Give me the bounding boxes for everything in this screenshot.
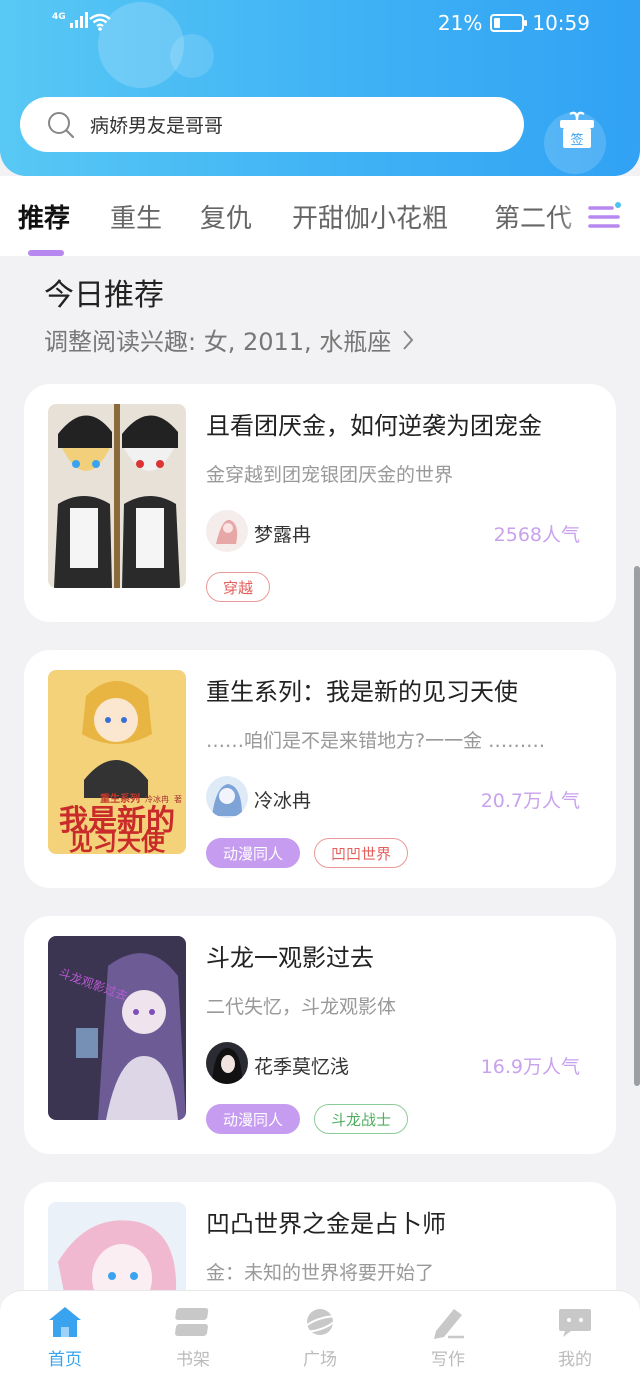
author-avatar — [206, 776, 248, 818]
reading-interest-text: 调整阅读兴趣: 女, 2011, 水瓶座 — [44, 328, 392, 356]
nav-plaza[interactable]: 广场 — [275, 1305, 365, 1370]
tab-rebirth[interactable]: 重生 — [110, 198, 162, 235]
gift-icon: 签 — [560, 111, 594, 148]
tab-revenge[interactable]: 复仇 — [200, 198, 252, 235]
network-type: 4G — [52, 12, 66, 22]
nav-write[interactable]: 写作 — [403, 1305, 493, 1370]
section-title: 今日推荐 — [44, 278, 164, 313]
author-avatar — [206, 1042, 248, 1084]
book-description: ……咱们是不是来错地方?一一金 ……… — [206, 730, 546, 752]
home-icon — [49, 1307, 81, 1337]
search-icon — [48, 111, 75, 138]
author-name: 花季莫忆浅 — [254, 1056, 350, 1078]
tag-list: 穿越 — [206, 572, 271, 602]
nav-label: 我的 — [558, 1350, 592, 1370]
nav-label: 写作 — [431, 1350, 465, 1370]
battery-percent: 21% — [437, 11, 483, 35]
battery-icon — [490, 14, 528, 32]
nav-label: 书架 — [176, 1350, 210, 1370]
nav-me[interactable]: 我的 — [530, 1305, 620, 1370]
tag[interactable]: 动漫同人 — [206, 1104, 301, 1134]
book-title: 且看团厌金，如何逆袭为团宠金 — [206, 412, 542, 440]
tag[interactable]: 动漫同人 — [206, 838, 301, 868]
book-description: 金：未知的世界将要开始了 — [206, 1262, 435, 1284]
tag-list: 动漫同人 凹凹世界 — [206, 838, 409, 868]
nav-label: 广场 — [303, 1350, 337, 1370]
book-title: 重生系列：我是新的见习天使 — [206, 678, 518, 706]
reading-interest-link[interactable]: 调整阅读兴趣: 女, 2011, 水瓶座 — [44, 322, 415, 357]
scrollbar[interactable] — [634, 566, 640, 1086]
cover-title-line2: 见习天使 — [69, 828, 166, 854]
popularity: 16.9万人气 — [480, 1056, 580, 1078]
nav-home[interactable]: 首页 — [20, 1305, 110, 1370]
book-cover: 斗龙观影过去 — [48, 936, 186, 1120]
tab-recommend[interactable]: 推荐 — [18, 198, 70, 235]
book-card[interactable]: 斗龙观影过去 斗龙一观影过去 二代失忆，斗龙观影体 花季莫忆浅 16.9万人气 … — [24, 916, 616, 1154]
book-cover: 重生系列 冷冰冉 著 我是新的 见习天使 — [48, 670, 186, 854]
book-title: 斗龙一观影过去 — [206, 944, 374, 972]
book-description: 金穿越到团宠银团厌金的世界 — [206, 464, 454, 486]
tag[interactable]: 凹凹世界 — [314, 838, 409, 868]
bottom-nav: 首页 书架 广场 写作 我的 — [0, 1290, 640, 1387]
popularity: 2568人气 — [493, 524, 580, 546]
book-card[interactable]: 重生系列 冷冰冉 著 我是新的 见习天使 重生系列：我是新的见习天使 ……咱们是… — [24, 650, 616, 888]
nav-label: 首页 — [48, 1350, 82, 1370]
search-query: 病娇男友是哥哥 — [90, 115, 224, 137]
nav-bookshelf[interactable]: 书架 — [148, 1305, 238, 1370]
author-name: 梦露冉 — [254, 524, 312, 546]
book-cover — [48, 404, 186, 588]
tag-list: 动漫同人 斗龙战士 — [206, 1104, 409, 1134]
planet-icon — [302, 1309, 338, 1335]
status-bar: 4G 21% 10:59 — [0, 0, 640, 50]
category-tabs: 推荐 重生 复仇 开甜伽小花粗 第二代 — [0, 176, 640, 256]
tag[interactable]: 穿越 — [206, 572, 271, 602]
pen-icon — [434, 1309, 464, 1339]
popularity: 20.7万人气 — [480, 790, 580, 812]
chevron-right-icon — [403, 329, 414, 350]
bookshelf-icon — [175, 1308, 209, 1336]
cover-author-suffix: 著 — [174, 794, 182, 804]
clock: 10:59 — [532, 11, 590, 35]
search-bar[interactable]: 病娇男友是哥哥 — [20, 97, 524, 152]
sign-in-gift-button[interactable]: 签 — [558, 110, 596, 150]
wifi-icon — [89, 13, 111, 31]
tab-kaitian[interactable]: 开甜伽小花粗 — [292, 198, 448, 235]
chat-bubble-icon — [559, 1309, 591, 1337]
author-avatar — [206, 510, 248, 552]
author-name: 冷冰冉 — [254, 790, 312, 812]
gift-label: 签 — [570, 132, 583, 148]
signal-icon: 4G — [52, 12, 88, 28]
book-description: 二代失忆，斗龙观影体 — [206, 996, 397, 1018]
menu-icon[interactable] — [588, 200, 622, 234]
book-title: 凹凸世界之金是占卜师 — [206, 1210, 446, 1238]
active-tab-indicator — [28, 250, 64, 256]
tag[interactable]: 斗龙战士 — [314, 1104, 409, 1134]
header: 4G 21% 10:59 病娇男友是哥哥 签 — [0, 0, 640, 176]
book-card[interactable]: 且看团厌金，如何逆袭为团宠金 金穿越到团宠银团厌金的世界 梦露冉 2568人气 … — [24, 384, 616, 622]
